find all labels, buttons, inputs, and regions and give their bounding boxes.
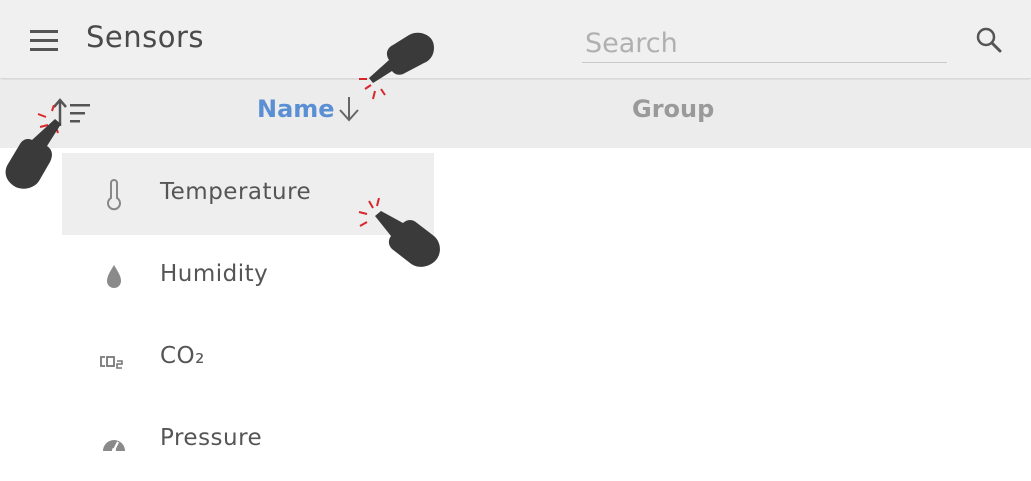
- droplet-icon: [107, 265, 121, 288]
- thermometer-icon: [107, 179, 121, 211]
- search-icon[interactable]: [975, 26, 1003, 54]
- page-title: Sensors: [86, 20, 205, 54]
- sort-option-label: Temperature: [160, 179, 312, 205]
- sort-option-label: Humidity: [160, 261, 269, 287]
- sort-option-co2[interactable]: CO₂: [62, 317, 434, 399]
- tap-gesture-hand-icon: [358, 198, 440, 267]
- tap-gesture-hand-icon: [5, 105, 61, 189]
- co2-icon: [100, 356, 123, 369]
- gauge-icon: [103, 440, 125, 452]
- sort-option-label: CO₂: [160, 343, 205, 369]
- menu-icon[interactable]: [30, 30, 60, 52]
- sort-option-pressure[interactable]: Pressure: [62, 399, 434, 481]
- app-bar: Sensors: [0, 0, 1031, 79]
- column-header-group[interactable]: Group: [632, 95, 714, 123]
- sort-option-label: Pressure: [160, 425, 263, 451]
- column-header-name[interactable]: Name: [257, 95, 335, 123]
- column-header-row: [0, 80, 1031, 148]
- sort-field-dropdown: Temperature Humidity CO₂ Pressure: [62, 150, 434, 461]
- search-input[interactable]: [582, 24, 947, 63]
- tap-gesture-hand-icon: [359, 32, 434, 100]
